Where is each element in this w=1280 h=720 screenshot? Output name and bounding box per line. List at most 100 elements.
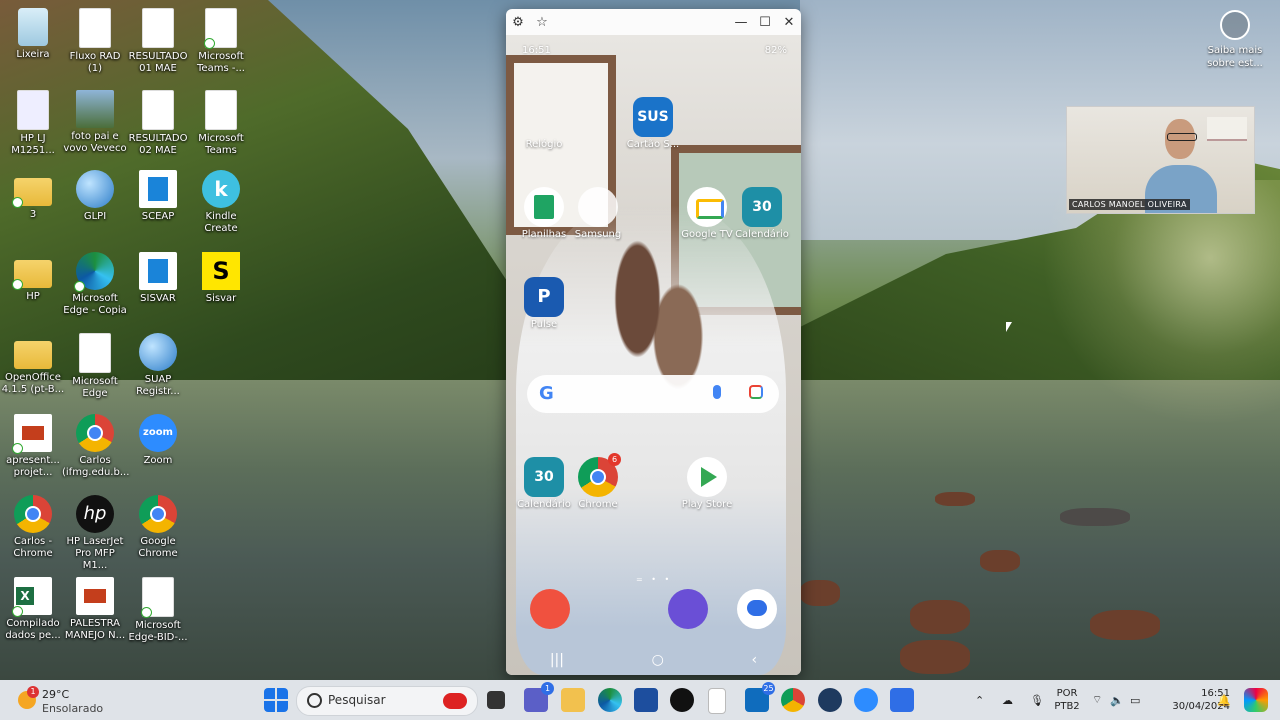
minimize-button[interactable]: — <box>729 15 753 30</box>
desktop-icon-foto[interactable]: foto pai e vovo Veveco <box>62 90 128 155</box>
sisvar-logo-icon: S <box>202 252 240 290</box>
desktop-icon-sceap[interactable]: SCEAP <box>125 170 191 223</box>
close-button[interactable]: ✕ <box>777 15 801 30</box>
gear-icon[interactable]: ⚙ <box>506 15 530 30</box>
phone-battery: 82% <box>764 45 787 56</box>
home-button[interactable]: ○ <box>652 652 664 668</box>
pulse-app-icon: P <box>524 277 564 317</box>
search-icon <box>307 693 322 708</box>
desktop-icon-resultado-01[interactable]: RESULTADO 01 MAE <box>125 8 191 75</box>
back-button[interactable]: ‹ <box>752 652 758 668</box>
dock-messages[interactable] <box>726 589 788 631</box>
phone-screen[interactable]: 16:51 82% Relógio SUS Cartão S... Planil… <box>506 35 801 675</box>
phone-link-app-icon[interactable] <box>890 688 914 712</box>
desktop-icon-recycle-bin[interactable]: Lixeira <box>0 8 66 61</box>
taskbar: 1 29°C Ensolarado Pesquisar 1 25 ⌃ ☁ 🎙 P… <box>0 680 1280 720</box>
desktop-icon-sisvar-upper[interactable]: SISVAR <box>125 252 191 305</box>
google-lens-icon[interactable] <box>749 385 763 399</box>
desktop-icon-folder-3[interactable]: 3 <box>0 170 66 221</box>
wallpaper-rock <box>910 600 970 634</box>
volume-icon[interactable]: 🔈 <box>1110 680 1124 720</box>
mouse-cursor <box>1006 322 1012 332</box>
desktop-icon-suap[interactable]: SUAP Registr... <box>125 333 191 398</box>
document-icon[interactable] <box>708 688 726 714</box>
edge-icon <box>74 252 114 292</box>
camera-icon <box>1220 10 1250 40</box>
webcam-overlay: CARLOS MANOEL OLIVEIRA <box>1066 106 1255 214</box>
desktop-icon-apresentacao[interactable]: apresent... projet... <box>0 414 66 479</box>
app-samsung-folder[interactable]: Samsung <box>567 187 629 240</box>
teams-icon[interactable]: 1 <box>524 682 554 712</box>
app-calendario[interactable]: 30 Calendário <box>513 457 575 510</box>
desktop-icon-edge-bid[interactable]: Microsoft Edge-BID-... <box>125 577 191 644</box>
learn-more-widget[interactable]: Saiba mais sobre est... <box>1200 10 1270 70</box>
app-play-store[interactable]: Play Store <box>676 457 738 510</box>
wifi-icon[interactable]: ⌔ <box>1092 680 1102 720</box>
wallpaper-rock <box>800 580 840 606</box>
google-search-widget[interactable]: G <box>527 375 779 413</box>
dock-contacts[interactable] <box>519 589 581 631</box>
desktop-icon-kindle-create[interactable]: k Kindle Create <box>188 170 254 235</box>
app-calendario-top[interactable]: 30 Calendário <box>731 187 793 240</box>
sheets-app-icon <box>524 187 564 227</box>
desktop-icon-openoffice[interactable]: OpenOffice 4.1.5 (pt-B... <box>0 333 66 396</box>
desktop-icon-compilado[interactable]: Compilado dados pe... <box>0 577 66 642</box>
desktop-icon-resultado-02[interactable]: RESULTADO 02 MAE <box>125 90 191 157</box>
star-icon[interactable]: ☆ <box>530 15 554 30</box>
app-cartao-sus[interactable]: SUS Cartão S... <box>622 97 684 150</box>
phone-link-window[interactable]: ⚙ ☆ — ☐ ✕ 16:51 82% Relógio SUS Cartão S… <box>506 9 801 675</box>
app-planilhas[interactable]: Planilhas <box>513 187 575 240</box>
taskbar-search[interactable]: Pesquisar <box>296 686 478 716</box>
folder-icon <box>14 341 52 369</box>
recents-button[interactable]: ||| <box>550 652 564 668</box>
sync-check-icon <box>12 279 23 290</box>
desktop-icon-microsoft-edge-doc[interactable]: Microsoft Edge <box>62 333 128 400</box>
copilot-icon[interactable] <box>1244 688 1268 712</box>
start-button[interactable] <box>264 688 288 712</box>
cloud-icon[interactable]: ☁ <box>1002 680 1013 720</box>
dock-clock[interactable] <box>588 589 650 631</box>
zoom-icon: zoom <box>139 414 177 452</box>
app-google-tv[interactable]: Google TV <box>676 187 738 240</box>
desktop-icon-carlos-ifmg[interactable]: Carlos (ifmg.edu.b... <box>62 414 129 479</box>
phone-link-icon[interactable] <box>818 688 842 712</box>
task-view-icon[interactable] <box>487 691 505 709</box>
dell-icon[interactable] <box>670 688 694 712</box>
store-icon[interactable] <box>634 688 658 712</box>
app-folder-icon <box>578 187 618 227</box>
outlook-icon[interactable]: 25 <box>745 682 775 712</box>
desktop-icon-edge-copia[interactable]: Microsoft Edge - Copia <box>62 252 128 317</box>
language-indicator[interactable]: POR PTB2 <box>1052 687 1082 713</box>
notification-bell-icon[interactable]: 🔔 <box>1217 680 1231 720</box>
desktop-icon-carlos-chrome[interactable]: Carlos - Chrome <box>0 495 66 560</box>
desktop-icon-teams-copy[interactable]: Microsoft Teams -... <box>188 8 254 75</box>
dock-internet[interactable] <box>657 589 719 631</box>
desktop-icon-hp-lj[interactable]: HP LJ M1251... <box>0 90 66 157</box>
desktop-icon-teams[interactable]: Microsoft Teams <box>188 90 254 157</box>
file-explorer-icon[interactable] <box>561 688 585 712</box>
chrome-icon[interactable] <box>781 688 805 712</box>
zoom-icon[interactable] <box>854 688 878 712</box>
desktop-icon-hp-laserjet[interactable]: hp HP LaserJet Pro MFP M1... <box>62 495 128 572</box>
app-relogio[interactable]: Relógio <box>513 97 575 150</box>
teams-badge: 1 <box>541 682 554 695</box>
desktop-icon-palestra[interactable]: PALESTRA MANEJO N... <box>62 577 128 642</box>
desktop-icon-glpi[interactable]: GLPI <box>62 170 128 223</box>
maximize-button[interactable]: ☐ <box>753 15 777 30</box>
edge-icon[interactable] <box>598 688 622 712</box>
page-indicator: = • • <box>636 575 673 584</box>
desktop-icon-sisvar[interactable]: S Sisvar <box>188 252 254 305</box>
glasses <box>1167 133 1197 141</box>
desktop-icon-fluxo-rad[interactable]: Fluxo RAD (1) <box>62 8 128 75</box>
desktop-icon-zoom[interactable]: zoom Zoom <box>125 414 191 467</box>
app-chrome[interactable]: 6 Chrome <box>567 453 629 510</box>
microphone-icon[interactable] <box>713 385 721 399</box>
show-hidden-icons[interactable]: ⌃ <box>975 680 984 720</box>
microphone-icon[interactable]: 🎙 <box>1030 680 1044 720</box>
battery-icon[interactable]: ▭ <box>1130 680 1140 720</box>
weather-widget[interactable]: 1 29°C Ensolarado <box>18 685 128 715</box>
app-pulse[interactable]: P Pulse <box>513 277 575 330</box>
kindle-create-icon: k <box>202 170 240 208</box>
desktop-icon-google-chrome[interactable]: Google Chrome <box>125 495 191 560</box>
desktop-icon-folder-hp[interactable]: HP <box>0 252 66 303</box>
